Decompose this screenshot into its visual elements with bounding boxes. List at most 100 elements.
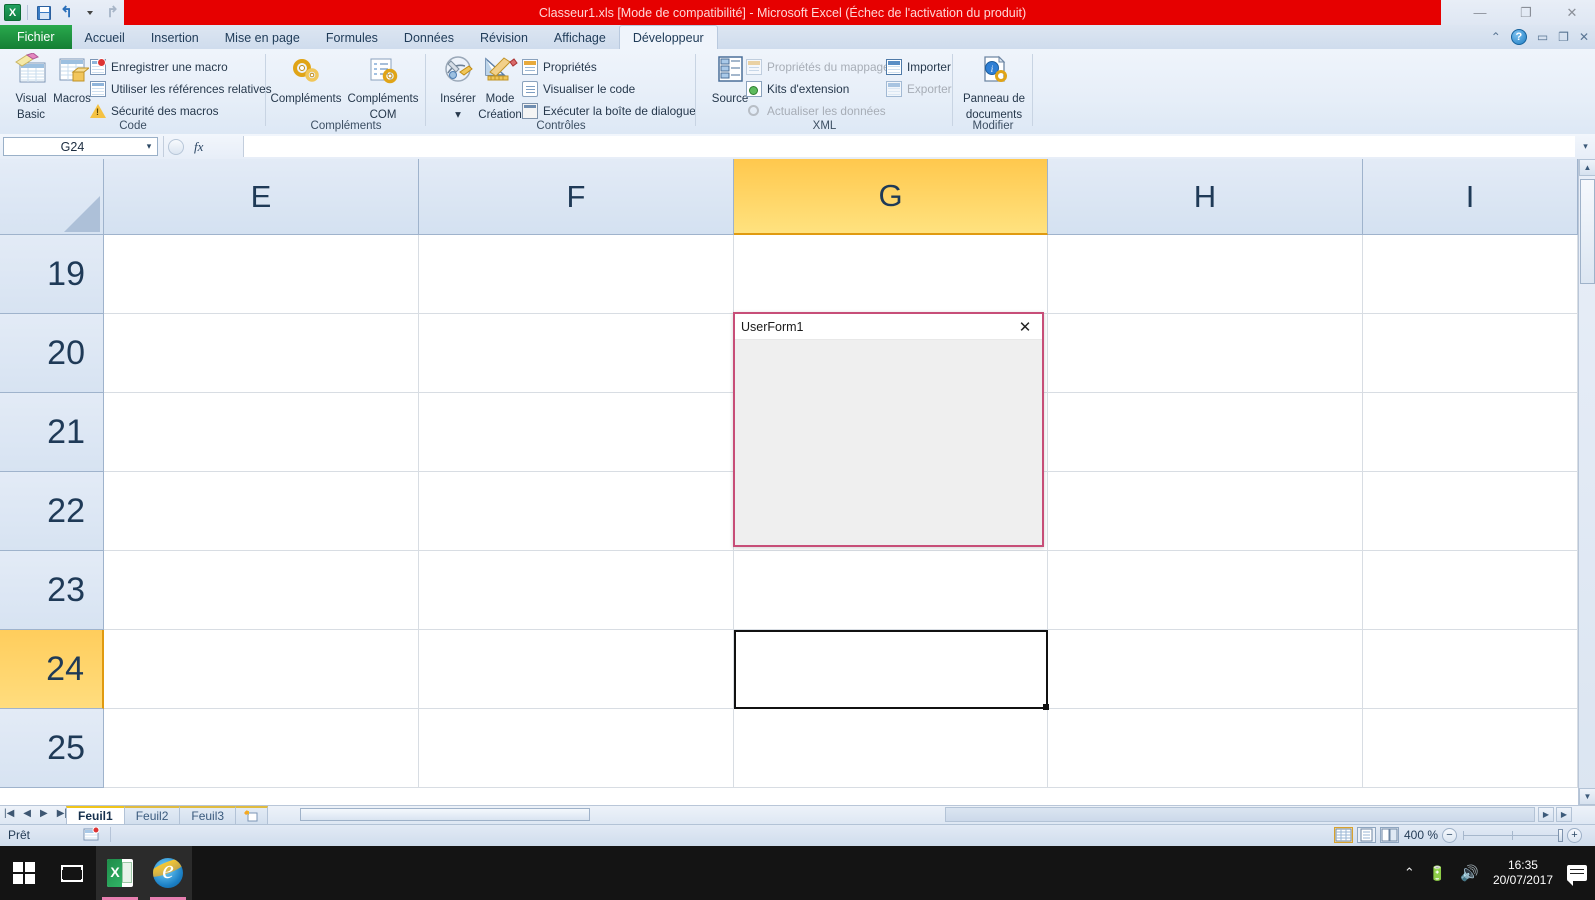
page-layout-view-button[interactable] (1357, 827, 1376, 843)
redo-icon[interactable]: ↱ (103, 3, 122, 22)
show-hidden-icons-chevron-icon[interactable]: ⌃ (1404, 865, 1415, 881)
use-relative-references-button[interactable]: Utiliser les références relatives (90, 81, 272, 97)
cell-E22[interactable] (104, 472, 419, 551)
cell-F19[interactable] (419, 235, 734, 314)
tab-developpeur[interactable]: Développeur (618, 25, 718, 49)
scroll-down-arrow[interactable]: ▼ (1579, 788, 1595, 805)
tab-accueil[interactable]: Accueil (72, 27, 138, 49)
scroll-right-arrow[interactable]: ▶ (1538, 807, 1554, 822)
volume-icon[interactable]: 🔊 (1460, 864, 1479, 882)
undo-icon[interactable]: ↰ (57, 3, 76, 22)
tab-insertion[interactable]: Insertion (138, 27, 212, 49)
active-cell-G24[interactable] (734, 630, 1049, 710)
formula-input[interactable] (243, 136, 1575, 157)
scroll-up-arrow[interactable]: ▲ (1579, 159, 1595, 176)
zoom-out-button[interactable]: − (1442, 827, 1457, 843)
row-header-24[interactable]: 24 (0, 630, 104, 709)
tab-affichage[interactable]: Affichage (541, 27, 619, 49)
cell-E20[interactable] (104, 314, 419, 393)
first-sheet-icon[interactable]: |◀ (4, 808, 14, 819)
cell-I24[interactable] (1363, 630, 1578, 709)
tab-formules[interactable]: Formules (313, 27, 391, 49)
workbook-minimize-icon[interactable]: ▭ (1537, 30, 1548, 44)
column-header-H[interactable]: H (1048, 159, 1363, 235)
design-mode-button[interactable]: Mode Création (472, 55, 528, 121)
row-header-23[interactable]: 23 (0, 551, 104, 630)
fill-handle[interactable] (1043, 704, 1049, 710)
row-header-21[interactable]: 21 (0, 393, 104, 472)
column-header-G[interactable]: G (734, 159, 1048, 235)
cell-E23[interactable] (104, 551, 419, 630)
action-center-icon[interactable] (1567, 865, 1587, 886)
zoom-slider-track[interactable] (1463, 828, 1563, 842)
cell-I19[interactable] (1363, 235, 1578, 314)
cell-I23[interactable] (1363, 551, 1578, 630)
vertical-scroll-thumb[interactable] (1580, 179, 1595, 284)
cell-H25[interactable] (1048, 709, 1363, 788)
cell-F21[interactable] (419, 393, 734, 472)
minimize-ribbon-icon[interactable]: ⌃ (1491, 30, 1501, 44)
tab-fichier[interactable]: Fichier (0, 25, 72, 49)
properties-button[interactable]: Propriétés (522, 59, 597, 75)
column-header-I[interactable]: I (1363, 159, 1578, 235)
sheet-tab-feuil3[interactable]: Feuil3 (179, 806, 237, 824)
cell-F24[interactable] (419, 630, 734, 709)
userform-close-icon[interactable]: ✕ (1012, 316, 1038, 338)
undo-dropdown-icon[interactable] (80, 3, 99, 22)
new-sheet-icon[interactable] (235, 806, 269, 824)
cell-F20[interactable] (419, 314, 734, 393)
cell-H22[interactable] (1048, 472, 1363, 551)
run-dialog-button[interactable]: Exécuter la boîte de dialogue (522, 103, 696, 119)
cell-G23[interactable] (734, 551, 1048, 630)
zoom-in-button[interactable]: + (1567, 827, 1582, 843)
help-icon[interactable]: ? (1510, 29, 1527, 45)
internet-explorer-taskbar-icon[interactable] (144, 846, 192, 900)
com-addins-button[interactable]: Compléments COM (344, 57, 422, 121)
cell-H23[interactable] (1048, 551, 1363, 630)
prev-sheet-icon[interactable]: ◀ (23, 808, 31, 819)
horizontal-scroll-thumb[interactable] (300, 808, 590, 821)
cell-I20[interactable] (1363, 314, 1578, 393)
cell-H24[interactable] (1048, 630, 1363, 709)
cell-G25[interactable] (734, 709, 1048, 788)
sheet-tab-feuil1[interactable]: Feuil1 (66, 806, 125, 824)
select-all-corner[interactable] (0, 159, 104, 235)
name-box[interactable]: G24 ▾ (3, 137, 158, 156)
row-header-20[interactable]: 20 (0, 314, 104, 393)
row-header-22[interactable]: 22 (0, 472, 104, 551)
windows-start-icon[interactable] (0, 846, 48, 900)
close-button[interactable]: ✕ (1549, 0, 1595, 25)
cell-I22[interactable] (1363, 472, 1578, 551)
cell-G19[interactable] (734, 235, 1048, 314)
record-macro-status-icon[interactable] (82, 826, 100, 842)
document-panel-button[interactable]: i Panneau de documents (957, 55, 1031, 121)
page-break-view-button[interactable] (1380, 827, 1399, 843)
normal-view-button[interactable] (1334, 827, 1353, 843)
addins-button[interactable]: Compléments (270, 57, 342, 106)
name-box-dropdown-icon[interactable]: ▾ (141, 141, 157, 152)
cell-E21[interactable] (104, 393, 419, 472)
cell-F23[interactable] (419, 551, 734, 630)
sheet-tab-feuil2[interactable]: Feuil2 (123, 806, 181, 824)
cell-F22[interactable] (419, 472, 734, 551)
import-button[interactable]: Importer (886, 59, 951, 75)
insert-function-icon[interactable]: fx (194, 139, 203, 155)
tab-revision[interactable]: Révision (467, 27, 541, 49)
tab-donnees[interactable]: Données (391, 27, 467, 49)
minimize-button[interactable]: — (1457, 0, 1503, 25)
cancel-formula-icon[interactable] (168, 138, 184, 155)
column-header-E[interactable]: E (104, 159, 419, 235)
excel-app-icon[interactable]: X (4, 4, 21, 21)
task-view-icon[interactable] (48, 846, 96, 900)
vertical-scrollbar[interactable]: ▲ ▼ (1578, 159, 1595, 805)
cell-H19[interactable] (1048, 235, 1363, 314)
workbook-restore-icon[interactable]: ❐ (1558, 30, 1569, 44)
column-header-F[interactable]: F (419, 159, 734, 235)
record-macro-button[interactable]: Enregistrer une macro (90, 58, 228, 75)
userform-body[interactable] (735, 340, 1042, 545)
row-header-25[interactable]: 25 (0, 709, 104, 788)
expansion-packs-button[interactable]: Kits d'extension (746, 81, 849, 97)
userform-title-bar[interactable]: UserForm1 ✕ (735, 314, 1042, 340)
cell-I25[interactable] (1363, 709, 1578, 788)
userform-dialog[interactable]: UserForm1 ✕ (733, 312, 1044, 547)
